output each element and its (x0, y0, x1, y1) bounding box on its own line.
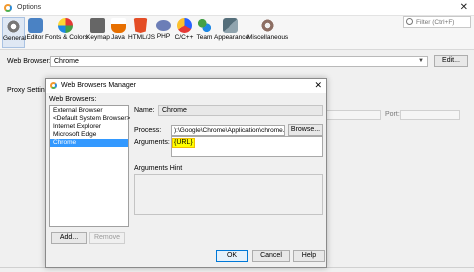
netbeans-logo-icon (50, 82, 57, 89)
category-label: HTML/JS (128, 34, 156, 41)
list-item[interactable]: <Default System Browser> (50, 115, 130, 123)
web-browser-label: Web Browser: (7, 58, 51, 65)
category-keymap[interactable]: Keymap (86, 17, 110, 48)
category-miscellaneous[interactable]: Miscellaneous (247, 17, 289, 48)
dialog-close-icon[interactable]: ✕ (314, 80, 322, 91)
chevron-down-icon: ▼ (418, 58, 424, 64)
web-browsers-manager-dialog: Web Browsers Manager ✕ Web Browsers: Ext… (45, 78, 327, 268)
category-label: Keymap (86, 34, 110, 41)
list-item[interactable]: Internet Explorer (50, 123, 128, 131)
category-editor[interactable]: Editor (26, 17, 44, 48)
category-label: Editor (26, 34, 44, 41)
ok-button[interactable]: OK (216, 250, 248, 262)
appearance-icon (222, 18, 238, 33)
options-title: Options (17, 4, 42, 11)
search-icon (406, 18, 413, 25)
category-java[interactable]: Java (110, 17, 126, 48)
remove-browser-button[interactable]: Remove (89, 232, 125, 244)
web-browsers-list: External Browser <Default System Browser… (49, 105, 130, 227)
port-label: Port: (385, 111, 400, 118)
editor-icon (27, 18, 43, 33)
category-html-js[interactable]: HTML/JS (128, 17, 156, 48)
keyboard-icon (90, 18, 105, 33)
html5-icon (133, 18, 148, 33)
browse-button[interactable]: Browse... (288, 124, 323, 136)
web-browsers-label: Web Browsers: (49, 96, 97, 103)
category-team[interactable]: Team (196, 17, 213, 48)
process-path-field[interactable]: ):\Google\Chrome\Application\chrome.exe (171, 125, 285, 136)
color-wheel-icon (57, 18, 73, 33)
list-item[interactable]: Microsoft Edge (50, 131, 128, 139)
arguments-field[interactable]: {URL} (171, 136, 323, 157)
arguments-label: Arguments: (134, 139, 170, 146)
category-general[interactable]: General (2, 17, 27, 48)
category-label: Java (111, 34, 125, 41)
misc-gear-icon (259, 18, 275, 33)
options-search-input[interactable] (416, 18, 470, 27)
process-label: Process: (134, 127, 162, 134)
edit-browser-button[interactable]: Edit... (434, 55, 468, 67)
category-appearance[interactable]: Appearance (214, 17, 250, 48)
category-fonts-colors[interactable]: Fonts & Colors (45, 17, 88, 48)
options-search-box (403, 16, 471, 28)
dialog-titlebar: Web Browsers Manager ✕ (46, 79, 326, 93)
category-label: Miscellaneous (247, 34, 289, 41)
java-cup-icon (110, 18, 126, 33)
arguments-hint-area (134, 174, 323, 215)
proxy-port-field[interactable] (400, 110, 460, 120)
php-icon (156, 20, 171, 31)
arguments-value-highlighted: {URL} (172, 138, 195, 148)
cpp-icon (176, 18, 192, 33)
dialog-title: Web Browsers Manager (61, 82, 136, 89)
arguments-hint-label: Arguments Hint (134, 165, 183, 172)
options-titlebar: Options ✕ (0, 0, 474, 16)
category-c-cpp[interactable]: C/C++ (174, 17, 194, 48)
category-label: Team (196, 34, 213, 41)
category-php[interactable]: PHP (155, 17, 172, 48)
proxy-host-field[interactable] (326, 110, 381, 120)
options-close-icon[interactable]: ✕ (460, 2, 468, 13)
web-browser-selected-value: Chrome (54, 58, 79, 65)
name-field[interactable]: Chrome (158, 105, 323, 116)
gear-icon (6, 19, 21, 34)
team-icon (197, 18, 212, 33)
web-browser-dropdown[interactable]: Chrome ▼ (50, 56, 428, 67)
name-label: Name: (134, 107, 155, 114)
category-label: PHP (156, 33, 171, 40)
category-label: Appearance (214, 34, 250, 41)
category-label: General (3, 35, 27, 42)
category-label: Fonts & Colors (45, 34, 88, 41)
add-browser-button[interactable]: Add... (51, 232, 87, 244)
list-item[interactable]: External Browser (50, 107, 128, 115)
netbeans-logo-icon (4, 4, 12, 12)
category-label: C/C++ (174, 34, 194, 41)
list-item-selected[interactable]: Chrome (50, 139, 128, 147)
help-button[interactable]: Help (293, 250, 325, 262)
cancel-button[interactable]: Cancel (252, 250, 290, 262)
